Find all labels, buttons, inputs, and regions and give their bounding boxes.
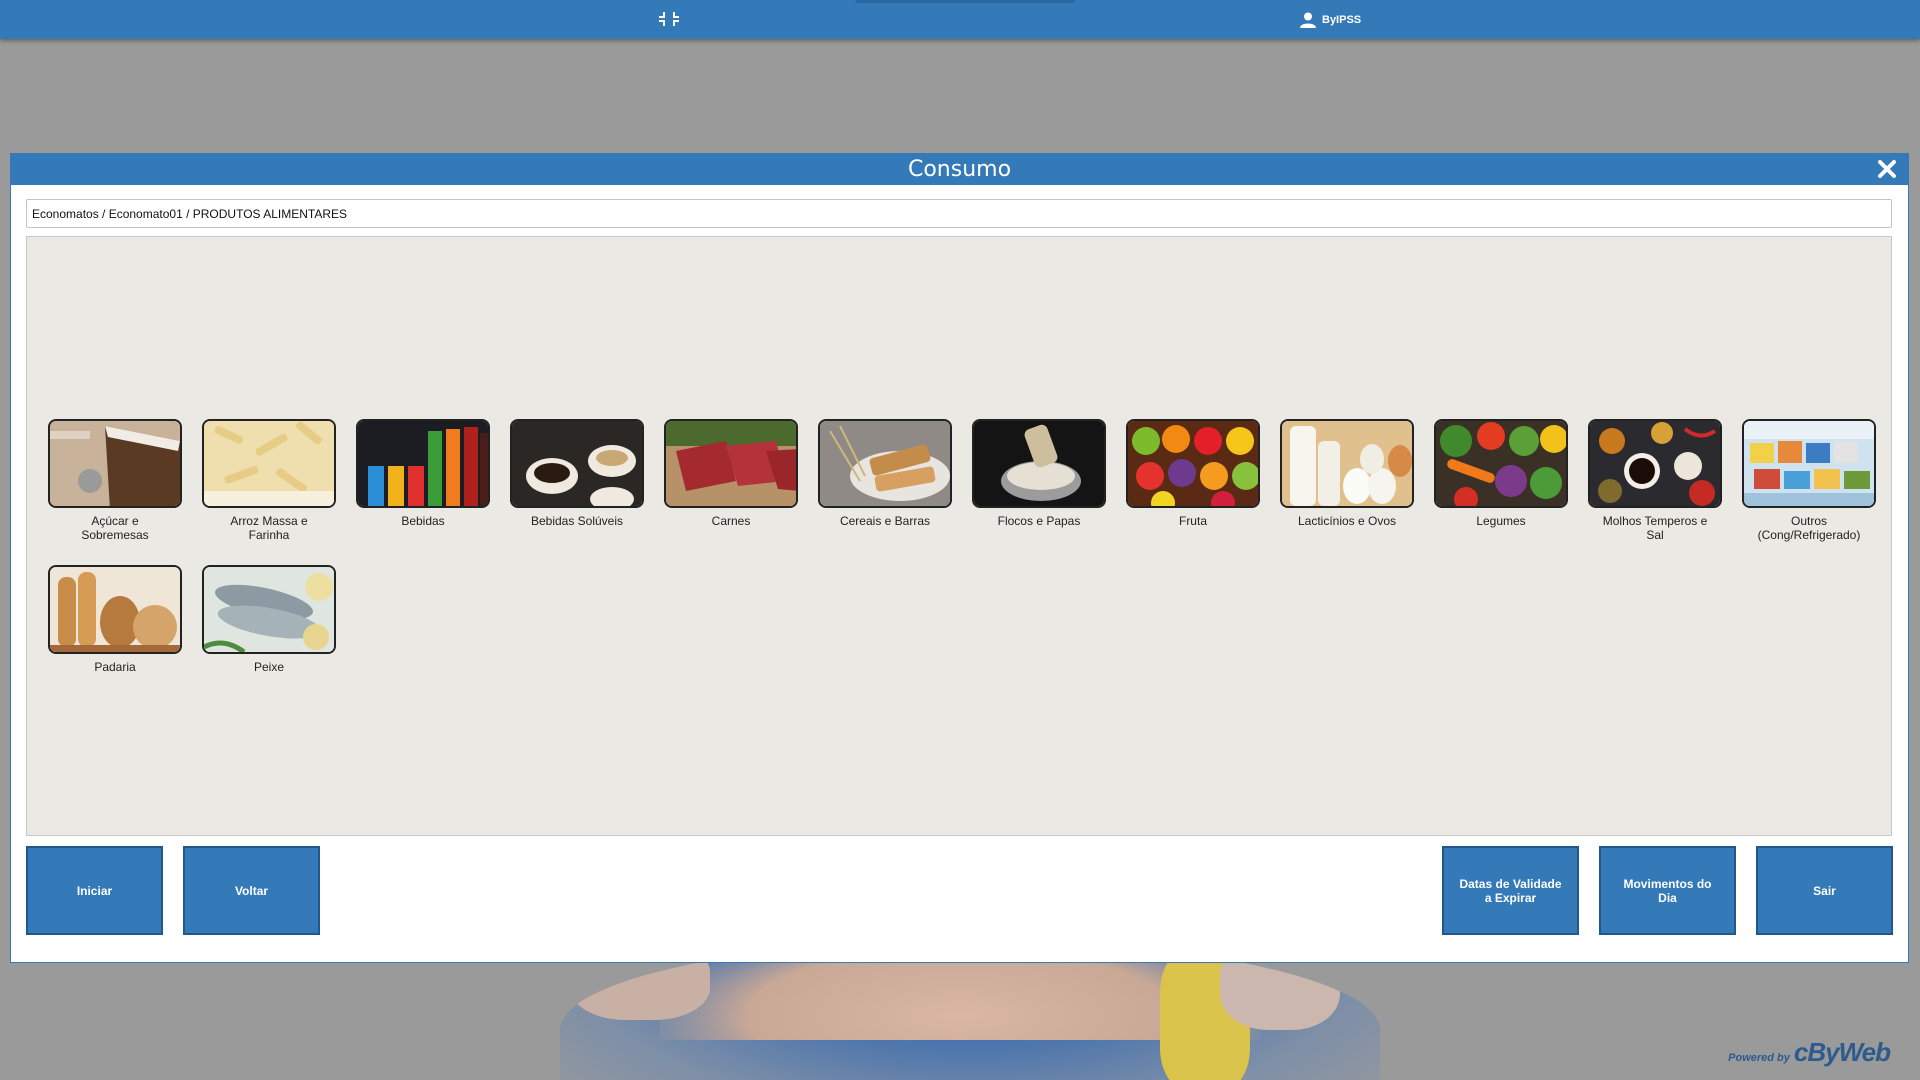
category-label: Açúcar e Sobremesas bbox=[81, 514, 149, 542]
category-label: Outros (Cong/Refrigerado) bbox=[1757, 514, 1861, 542]
drinks-image bbox=[356, 419, 490, 508]
coffee-image bbox=[510, 419, 644, 508]
category-label: Cereais e Barras bbox=[839, 514, 931, 528]
powered-by-text: Powered by bbox=[1728, 1052, 1790, 1064]
dessert-image bbox=[48, 419, 182, 508]
category-label: Bebidas bbox=[401, 514, 445, 528]
sauces-spices-image bbox=[1588, 419, 1722, 508]
expiry-dates-button[interactable]: Datas de Validade a Expirar bbox=[1442, 846, 1579, 935]
category-label: Peixe bbox=[253, 660, 285, 674]
category-label: Molhos Temperos e Sal bbox=[1602, 514, 1708, 542]
powered-by-logo: Powered by cByWeb bbox=[1728, 1037, 1891, 1068]
meat-image bbox=[664, 419, 798, 508]
brand-logo: cByWeb bbox=[1793, 1037, 1891, 1067]
top-bar-accent bbox=[855, 0, 1075, 3]
category-label: Arroz Massa e Farinha bbox=[230, 514, 308, 542]
category-label: Legumes bbox=[1476, 514, 1526, 528]
close-icon[interactable] bbox=[1876, 158, 1898, 180]
category-tile-lacticinios[interactable]: Lacticínios e Ovos bbox=[1279, 419, 1415, 528]
category-tile-acucar[interactable]: Açúcar e Sobremesas bbox=[47, 419, 183, 542]
bread-image bbox=[48, 565, 182, 654]
dialog-header: Consumo bbox=[11, 154, 1908, 185]
cereal-bars-image bbox=[818, 419, 952, 508]
dialog-title: Consumo bbox=[907, 157, 1012, 182]
category-tile-fruta[interactable]: Fruta bbox=[1125, 419, 1261, 528]
user-name: ByIPSS bbox=[1322, 14, 1362, 26]
consumo-dialog: Consumo Economatos / Economato01 / PRODU… bbox=[10, 153, 1909, 963]
category-tile-padaria[interactable]: Padaria bbox=[47, 565, 183, 674]
start-button[interactable]: Iniciar bbox=[26, 846, 163, 935]
category-tile-bebidas-soluveis[interactable]: Bebidas Solúveis bbox=[509, 419, 645, 528]
category-label: Padaria bbox=[94, 660, 136, 674]
category-label: Flocos e Papas bbox=[997, 514, 1081, 528]
fruit-image bbox=[1126, 419, 1260, 508]
pasta-image bbox=[202, 419, 336, 508]
category-tile-flocos[interactable]: Flocos e Papas bbox=[971, 419, 1107, 528]
dairy-eggs-image bbox=[1280, 419, 1414, 508]
breadcrumb: Economatos / Economato01 / PRODUTOS ALIM… bbox=[26, 199, 1892, 228]
vegetables-image bbox=[1434, 419, 1568, 508]
category-tile-peixe[interactable]: Peixe bbox=[201, 565, 337, 674]
category-tile-carnes[interactable]: Carnes bbox=[663, 419, 799, 528]
category-tile-bebidas[interactable]: Bebidas bbox=[355, 419, 491, 528]
fish-image bbox=[202, 565, 336, 654]
category-tile-molhos[interactable]: Molhos Temperos e Sal bbox=[1587, 419, 1723, 542]
category-tile-legumes[interactable]: Legumes bbox=[1433, 419, 1569, 528]
category-tile-arroz[interactable]: Arroz Massa e Farinha bbox=[201, 419, 337, 542]
back-button[interactable]: Voltar bbox=[183, 846, 320, 935]
category-label: Bebidas Solúveis bbox=[530, 514, 624, 528]
exit-button[interactable]: Sair bbox=[1756, 846, 1893, 935]
frozen-image bbox=[1742, 419, 1876, 508]
category-label: Lacticínios e Ovos bbox=[1297, 514, 1397, 528]
category-grid: Açúcar e Sobremesas Arroz Massa e Farinh… bbox=[26, 236, 1892, 836]
exit-fullscreen-icon[interactable] bbox=[658, 9, 680, 29]
day-movements-button[interactable]: Movimentos do Dia bbox=[1599, 846, 1736, 935]
top-bar: ByIPSS bbox=[0, 0, 1920, 39]
user-icon bbox=[1300, 12, 1316, 28]
category-label: Fruta bbox=[1178, 514, 1207, 528]
oat-flakes-image bbox=[972, 419, 1106, 508]
category-tile-cereais[interactable]: Cereais e Barras bbox=[817, 419, 953, 528]
user-menu[interactable]: ByIPSS bbox=[1300, 9, 1361, 31]
category-tile-outros[interactable]: Outros (Cong/Refrigerado) bbox=[1741, 419, 1877, 542]
category-label: Carnes bbox=[711, 514, 751, 528]
